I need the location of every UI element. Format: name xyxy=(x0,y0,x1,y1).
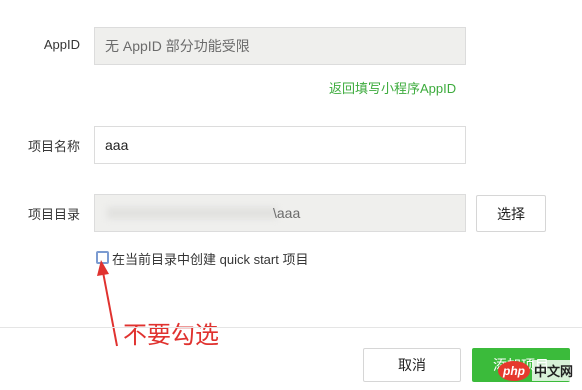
footer-divider xyxy=(0,327,582,328)
watermark-logo: php xyxy=(498,360,530,381)
project-dir-value: \aaa xyxy=(273,205,301,221)
watermark-text: 中文网 xyxy=(532,360,576,381)
return-fill-appid-link[interactable]: 返回填写小程序AppID xyxy=(329,78,456,97)
quickstart-label[interactable]: 在当前目录中创建 quick start 项目 xyxy=(112,249,308,268)
redacted-path xyxy=(107,207,277,219)
choose-dir-button[interactable]: 选择 xyxy=(476,195,546,232)
project-name-input[interactable]: aaa xyxy=(94,126,466,164)
appid-field: 无 AppID 部分功能受限 xyxy=(94,27,466,65)
site-watermark: php 中文网 xyxy=(498,360,576,381)
project-dir-field: \aaa xyxy=(94,194,466,232)
project-name-label: 项目名称 xyxy=(27,139,80,154)
annotation-text: 不要勾选 xyxy=(123,321,219,349)
project-dir-label: 项目目录 xyxy=(27,207,80,222)
appid-label: AppID xyxy=(43,37,80,52)
cancel-button[interactable]: 取消 xyxy=(363,348,461,382)
